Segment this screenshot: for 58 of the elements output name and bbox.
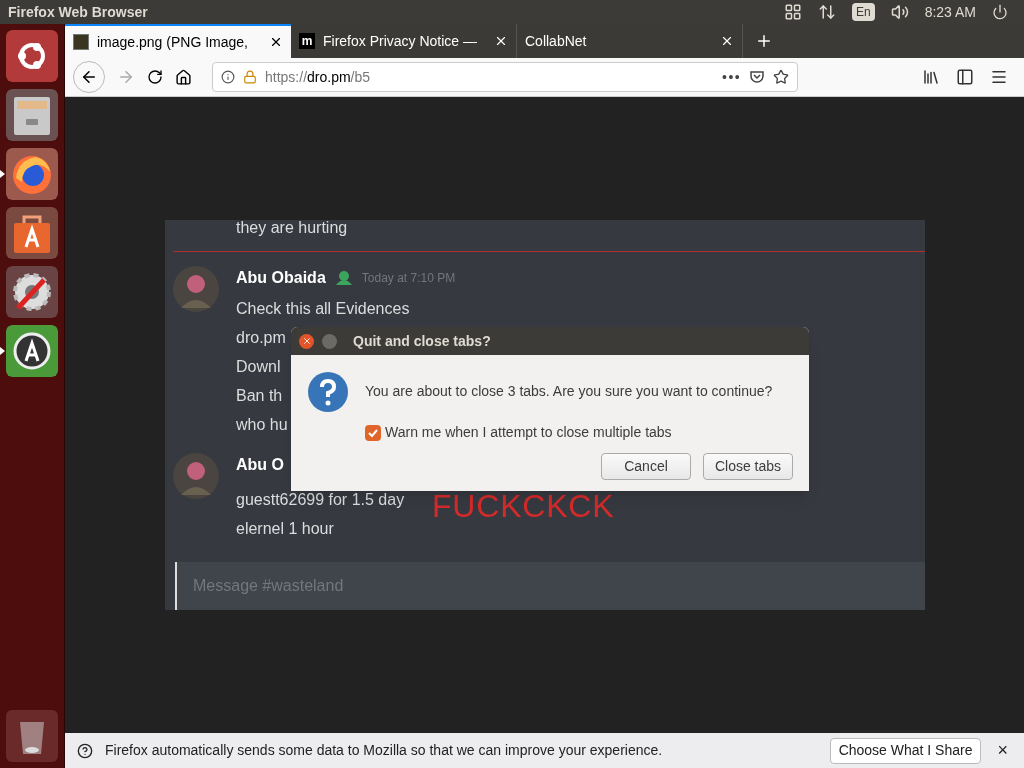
close-tab-icon[interactable] (720, 34, 734, 48)
ubuntu-logo-icon[interactable] (6, 30, 58, 82)
bookmark-star-icon[interactable] (773, 69, 789, 85)
url-field[interactable]: https://dro.pm/b5 ••• (212, 62, 798, 92)
dialog-button[interactable]: Close tabs (703, 453, 793, 480)
reload-icon[interactable] (147, 69, 163, 85)
avatar-icon (173, 453, 219, 499)
dialog-message: You are about to close 3 tabs. Are you sure you want to continue? (365, 382, 773, 401)
sidebar-icon[interactable] (956, 68, 974, 86)
question-icon (307, 371, 349, 413)
home-icon[interactable] (175, 68, 192, 86)
message-time: Today at 7:10 PM (361, 270, 456, 287)
close-notification-button[interactable]: × (993, 737, 1012, 764)
network-icon[interactable] (817, 3, 836, 21)
author-name[interactable]: Abu Obaida (236, 266, 326, 290)
checkbox-label[interactable]: Warn me when I attempt to close multiple tabs (385, 422, 672, 443)
menu-icon[interactable] (990, 68, 1008, 86)
update-icon[interactable] (6, 325, 58, 377)
message-text: Check this all Evidences (236, 299, 410, 319)
pocket-icon[interactable] (749, 69, 765, 85)
library-icon[interactable] (922, 68, 940, 86)
power-icon[interactable] (992, 4, 1008, 20)
shopping-bag-icon[interactable] (6, 207, 58, 259)
message-text: who hu (236, 415, 288, 435)
message-text: Downl (236, 357, 281, 377)
message-text: elernel 1 hour (236, 519, 334, 539)
message-text: Ban th (236, 386, 283, 406)
choose-what-i-share-button[interactable]: Choose What I Share (829, 737, 982, 764)
browser-tab[interactable]: image.png (PNG Image, (65, 24, 291, 58)
workspaces-icon[interactable] (783, 3, 802, 21)
author-name[interactable]: Abu O (236, 453, 284, 477)
window-title: Firefox Web Browser (8, 2, 148, 22)
checkbox[interactable] (365, 424, 381, 441)
dialog-title: Quit and close tabs? (353, 331, 491, 351)
avatar-icon (173, 266, 219, 312)
lock-warning-icon[interactable] (243, 70, 257, 84)
info-icon[interactable] (221, 70, 235, 84)
help-icon (77, 742, 93, 759)
notification-text: Firefox automatically sends some data to Mozilla so that we can improve your experience. (105, 741, 663, 760)
message-text: they are hurting (235, 220, 349, 236)
volume-icon[interactable] (890, 3, 909, 21)
dialog-button[interactable]: Cancel (601, 453, 691, 480)
keyboard-indicator[interactable]: En (851, 3, 875, 21)
file-cabinet-icon[interactable] (6, 89, 58, 141)
gear-wrench-icon[interactable] (6, 266, 58, 318)
close-tab-icon[interactable] (494, 34, 508, 48)
close-tab-icon[interactable] (269, 35, 283, 49)
image-icon (73, 34, 89, 50)
tab-favicon: m (299, 33, 315, 49)
firefox-logo-icon[interactable] (6, 148, 58, 200)
badge-icon (333, 269, 354, 287)
trash-icon[interactable] (6, 710, 58, 762)
overlay-text: FUCKCKCK (432, 487, 615, 526)
more-button[interactable]: ••• (722, 66, 741, 88)
new-tab-icon[interactable] (755, 32, 773, 50)
clock[interactable]: 8:23 AM (924, 1, 976, 23)
message-text: guestt62699 for 1.5 day (236, 490, 405, 510)
message-text: dro.pm (236, 328, 286, 348)
